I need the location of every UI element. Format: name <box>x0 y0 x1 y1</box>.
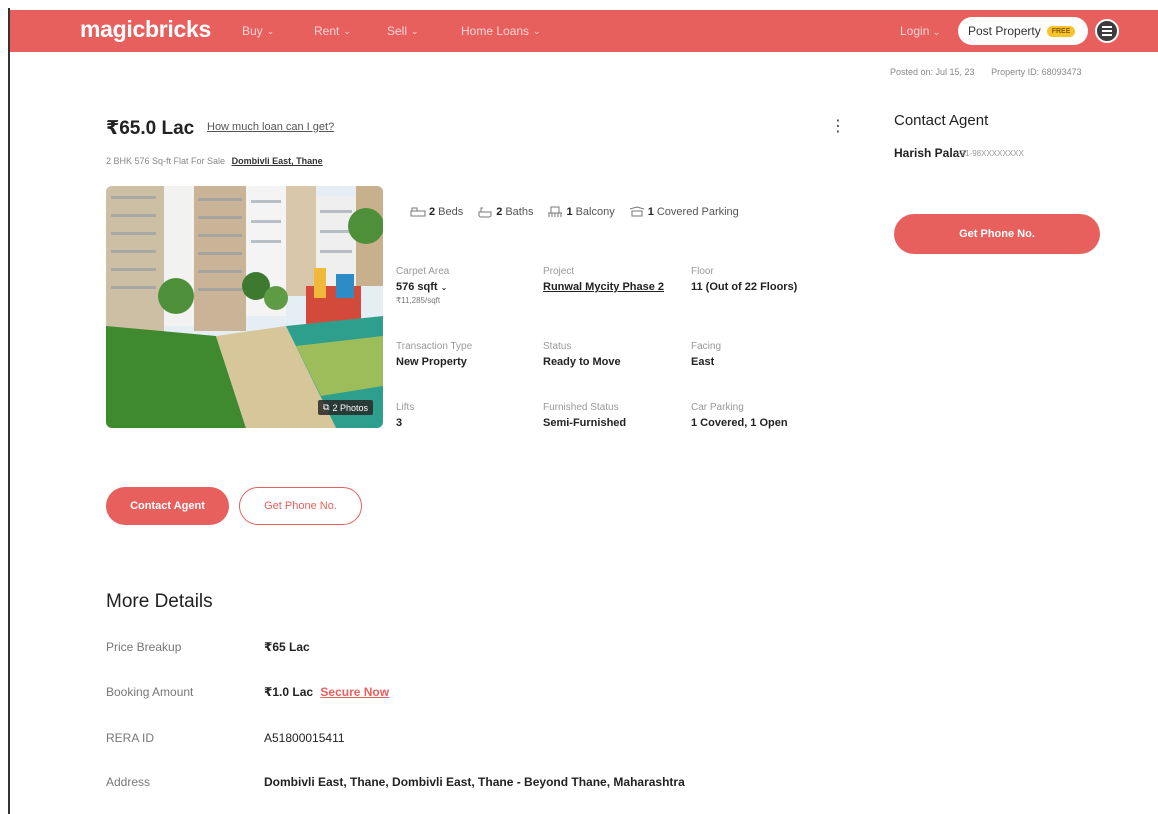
login-label: Login <box>900 24 930 38</box>
amenity-balcony: 1 Balcony <box>547 206 615 218</box>
property-photo-illustration <box>106 186 383 428</box>
photo-icon: ⧉ <box>323 402 330 412</box>
amenity-baths-count: 2 <box>496 206 503 218</box>
free-badge: FREE <box>1046 25 1076 37</box>
chevron-down-icon: ⌄ <box>440 283 448 292</box>
nav-sell[interactable]: Sell ⌄ <box>387 24 419 38</box>
balcony-icon <box>548 206 563 217</box>
nav-rent-label: Rent <box>314 24 340 38</box>
attr-label: Status <box>543 341 572 352</box>
detail-key: Booking Amount <box>106 685 194 699</box>
attr-label: Floor <box>691 266 714 277</box>
attr-lifts: Lifts 3 <box>396 402 414 429</box>
car-icon <box>629 206 644 217</box>
chevron-down-icon: ⌄ <box>411 25 419 36</box>
attr-label: Facing <box>691 341 722 352</box>
attr-furnished-status: Furnished Status Semi-Furnished <box>543 402 626 429</box>
carpet-area-value: 576 sqft <box>396 281 438 293</box>
amenity-baths-label: Baths <box>505 206 534 218</box>
chevron-down-icon: ⌄ <box>533 25 541 36</box>
top-nav-bar: magicbricks Buy ⌄ Rent ⌄ Sell ⌄ Home Loa… <box>10 10 1158 52</box>
amenity-beds-count: 2 <box>429 206 436 218</box>
project-link[interactable]: Runwal Mycity Phase 2 <box>543 281 664 293</box>
attr-transaction-type: Transaction Type New Property <box>396 341 472 368</box>
chevron-down-icon: ⌄ <box>343 25 351 36</box>
attr-value: 1 Covered, 1 Open <box>691 417 788 429</box>
amenity-parking: 1 Covered Parking <box>629 206 739 218</box>
detail-key: Address <box>106 775 151 789</box>
detail-value: A51800015411 <box>264 731 345 745</box>
chevron-down-icon: ⌄ <box>266 25 275 36</box>
attr-label: Lifts <box>396 402 415 413</box>
attr-value: Ready to Move <box>543 356 621 368</box>
attr-label: Car Parking <box>691 402 744 413</box>
post-property-button[interactable]: Post Property FREE <box>958 17 1088 45</box>
nav-buy-label: Buy <box>242 24 263 38</box>
post-property-label: Post Property <box>968 24 1041 38</box>
listing-type: 2 BHK 576 Sq-ft Flat For Sale <box>106 156 226 166</box>
detail-value: ₹65 Lac <box>264 640 310 654</box>
property-photo[interactable]: ⧉ 2 Photos <box>106 186 383 428</box>
sidebar-get-phone-button[interactable]: Get Phone No. <box>894 214 1100 254</box>
attr-value: 11 (Out of 22 Floors) <box>691 281 798 293</box>
nav-rent[interactable]: Rent ⌄ <box>314 24 351 38</box>
attr-value[interactable]: 576 sqft ⌄ <box>396 281 449 293</box>
posted-date: Posted on: Jul 15, 23 <box>890 67 975 77</box>
amenity-beds-label: Beds <box>438 206 464 218</box>
attr-sub: ₹11,285/sqft <box>396 296 441 305</box>
chevron-down-icon: ⌄ <box>932 27 941 37</box>
loan-calculator-link[interactable]: How much loan can I get? <box>207 121 334 133</box>
bed-icon <box>410 207 426 217</box>
attr-floor: Floor 11 (Out of 22 Floors) <box>691 266 797 293</box>
contact-agent-title: Contact Agent <box>894 112 989 129</box>
amenity-parking-label: Covered Parking <box>656 206 739 218</box>
login-dropdown[interactable]: Login ⌄ <box>900 24 940 38</box>
attr-label: Carpet Area <box>396 266 450 277</box>
photo-count: 2 Photos <box>332 402 368 413</box>
attr-value: 3 <box>396 417 403 429</box>
attr-facing: Facing East <box>691 341 721 368</box>
site-logo[interactable]: magicbricks <box>80 16 211 43</box>
bath-icon <box>478 207 492 218</box>
attr-project: Project Runwal Mycity Phase 2 <box>543 266 664 293</box>
amenity-baths: 2 Baths <box>477 206 533 218</box>
listing-price: ₹65.0 Lac <box>106 118 195 139</box>
agent-phone: +91-98XXXXXXXX <box>956 149 1024 158</box>
amenity-balcony-count: 1 <box>566 206 573 218</box>
photo-count-badge[interactable]: ⧉ 2 Photos <box>318 400 373 415</box>
detail-key: Price Breakup <box>106 640 182 654</box>
detail-value: Dombivli East, Thane, Dombivli East, Tha… <box>264 775 685 789</box>
listing-meta: Posted on: Jul 15, 23 Property ID: 68093… <box>890 67 1096 77</box>
nav-buy[interactable]: Buy ⌄ <box>242 24 274 38</box>
nav-sell-label: Sell <box>387 24 408 38</box>
detail-key: RERA ID <box>106 731 155 745</box>
attr-carpet-area: Carpet Area 576 sqft ⌄ ₹11,285/sqft <box>396 266 449 305</box>
attr-status: Status Ready to Move <box>543 341 621 368</box>
detail-value: ₹1.0 Lac <box>264 685 314 699</box>
attr-car-parking: Car Parking 1 Covered, 1 Open <box>691 402 788 429</box>
attr-label: Project <box>543 266 575 277</box>
detail-value-wrap: ₹1.0 Lac Secure Now <box>264 685 389 699</box>
amenity-beds: 2 Beds <box>410 206 463 218</box>
location-link[interactable]: Dombivli East, Thane <box>232 156 323 166</box>
attr-value: New Property <box>396 356 467 368</box>
amenity-parking-count: 1 <box>647 206 654 218</box>
attr-label: Furnished Status <box>543 402 619 413</box>
listing-subtitle: 2 BHK 576 Sq-ft Flat For Sale Dombivli E… <box>106 156 323 166</box>
attr-value: Semi-Furnished <box>543 417 627 429</box>
more-options-icon[interactable]: ⋮ <box>830 116 846 136</box>
amenities-row: 2 Beds 2 Baths 1 Balcony 1 Covered Parki… <box>410 206 739 218</box>
attr-value: East <box>691 356 715 368</box>
nav-home-loans[interactable]: Home Loans ⌄ <box>461 24 541 38</box>
attr-label: Transaction Type <box>396 341 473 352</box>
more-details-title: More Details <box>106 591 213 612</box>
get-phone-button[interactable]: Get Phone No. <box>239 487 362 525</box>
contact-agent-button[interactable]: Contact Agent <box>106 487 229 525</box>
hamburger-menu-icon[interactable] <box>1095 19 1119 43</box>
secure-now-link[interactable]: Secure Now <box>320 685 389 699</box>
nav-home-loans-label: Home Loans <box>461 24 530 38</box>
amenity-balcony-label: Balcony <box>575 206 615 218</box>
property-id: Property ID: 68093473 <box>991 67 1082 77</box>
